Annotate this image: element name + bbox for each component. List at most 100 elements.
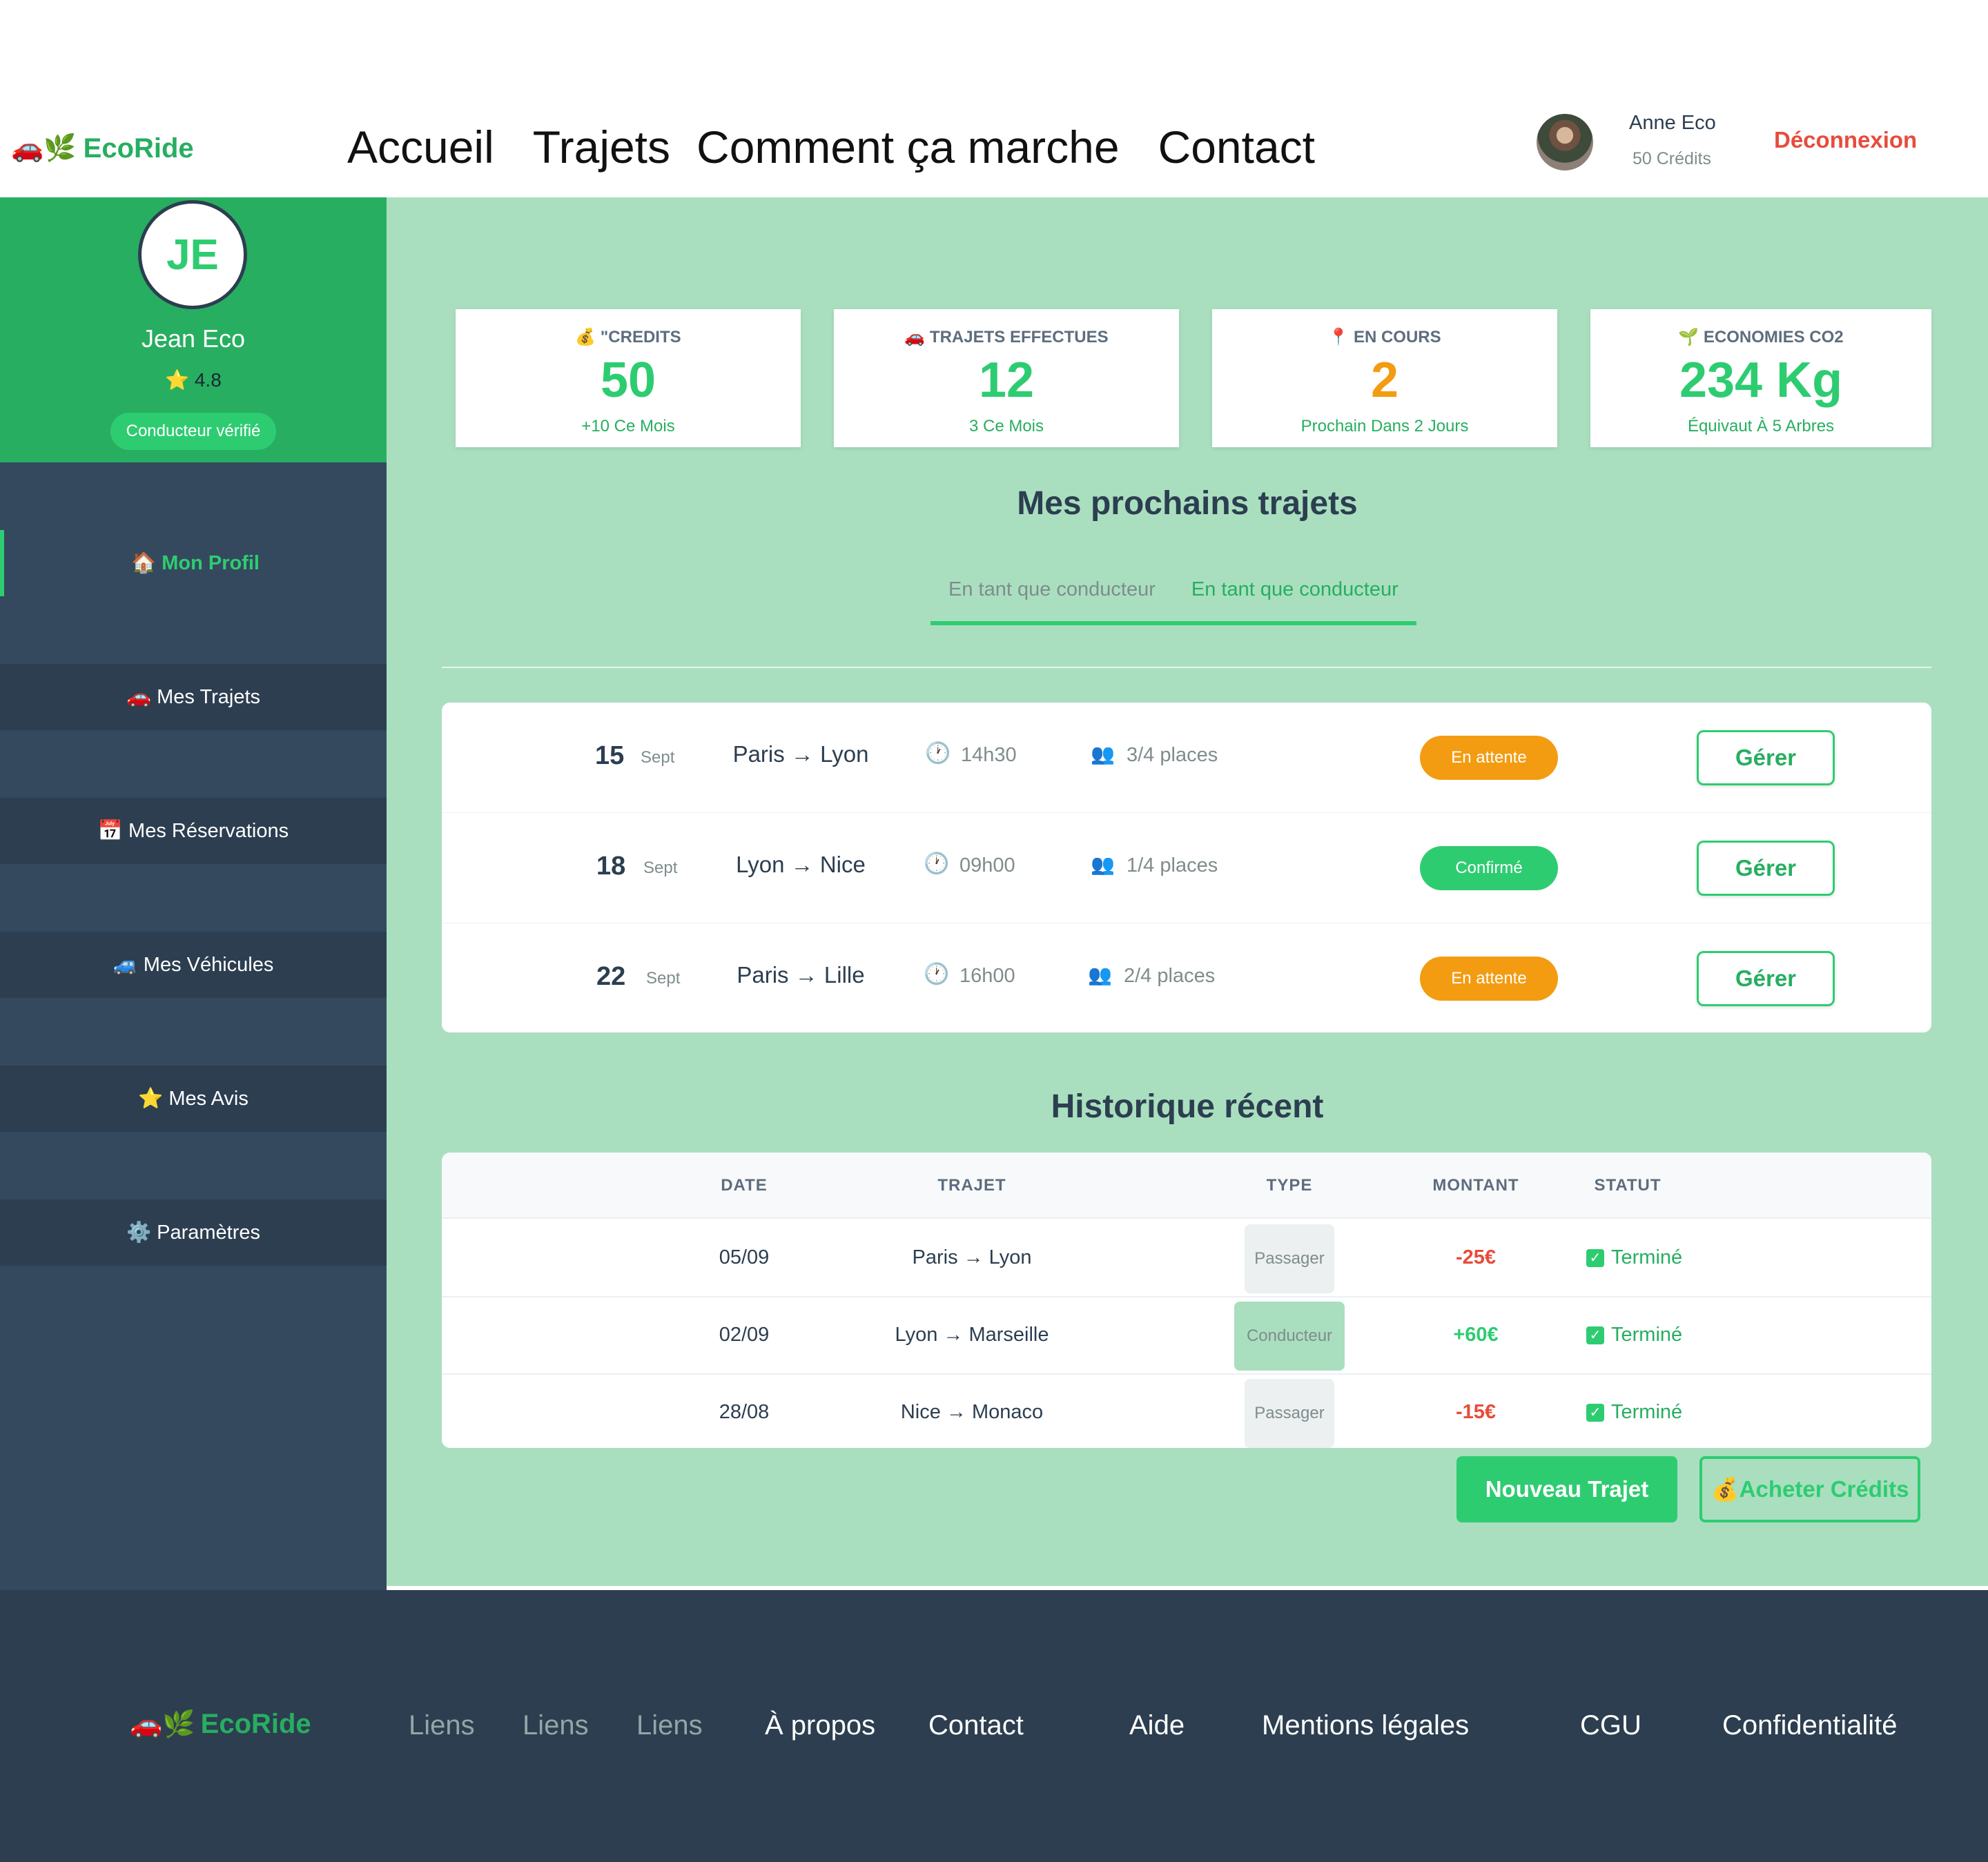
table-row: 28/08 Nice → Monaco Passager -15€ ✓ Termi… bbox=[442, 1375, 1931, 1448]
trip-route: Lyon → Nice bbox=[736, 852, 866, 877]
home-icon: 🏠 bbox=[131, 552, 157, 574]
suv-icon: 🚙 bbox=[113, 954, 138, 976]
col-trajet: TRAJET bbox=[937, 1176, 1006, 1195]
footer-link-contact[interactable]: Contact bbox=[928, 1710, 1024, 1741]
stat-label: 🚗 TRAJETS EFFECTUES bbox=[904, 328, 1109, 346]
stat-sub: 3 Ce Mois bbox=[968, 417, 1044, 435]
trip-day: 22 bbox=[596, 962, 626, 991]
stat-label: 📍 EN COURS bbox=[1328, 328, 1441, 346]
footer-link-cgu[interactable]: CGU bbox=[1580, 1710, 1641, 1741]
table-row: 02/09 Lyon → Marseille Conducteur +60€ ✓… bbox=[442, 1297, 1931, 1375]
trip-month: Sept bbox=[646, 969, 681, 988]
clock-icon: 🕐 bbox=[924, 852, 950, 875]
cell-amount: -15€ bbox=[1455, 1401, 1497, 1423]
clock-icon: 🕐 bbox=[924, 963, 950, 986]
stat-card-in-progress: 📍 EN COURS 2 Prochain Dans 2 Jours bbox=[1212, 309, 1557, 447]
logo[interactable]: 🚗🌿 EcoRide bbox=[11, 124, 194, 173]
stat-sub: Prochain Dans 2 Jours bbox=[1300, 417, 1469, 435]
sidebar-item-label: Mon Profil bbox=[162, 551, 260, 574]
stat-value: 234 Kg bbox=[1679, 353, 1843, 408]
sidebar-item-label: Mes Véhicules bbox=[143, 953, 274, 976]
history-table: DATE TRAJET TYPE MONTANT STATUT 05/09 Pa… bbox=[442, 1153, 1931, 1448]
car-leaf-icon: 🚗🌿 bbox=[130, 1709, 195, 1739]
cell-date: 05/09 bbox=[719, 1246, 770, 1268]
check-icon: ✓ bbox=[1586, 1404, 1604, 1422]
trip-time: 16h00 bbox=[959, 965, 1015, 987]
nav-link-contact[interactable]: Contact bbox=[1158, 121, 1315, 173]
stat-value: 12 bbox=[978, 353, 1035, 408]
pin-icon: 📍 bbox=[1328, 328, 1349, 346]
car-leaf-icon: 🚗🌿 bbox=[11, 134, 77, 163]
stat-label: 🌱 ECONOMIES CO2 bbox=[1678, 328, 1844, 346]
logout-button[interactable]: Déconnexion bbox=[1774, 127, 1917, 153]
cell-route: Nice → Monaco bbox=[900, 1401, 1044, 1423]
star-icon: ⭐ bbox=[165, 369, 190, 391]
nav-link-comment[interactable]: Comment ça marche bbox=[696, 121, 1120, 173]
footer-link-privacy[interactable]: Confidentialité bbox=[1722, 1710, 1898, 1741]
cell-date: 28/08 bbox=[719, 1401, 770, 1423]
trip-time: 14h30 bbox=[961, 744, 1017, 766]
trip-row: 22 Sept Paris → Lille 🕐 16h00 👥 2/4 plac… bbox=[442, 923, 1931, 1034]
manage-button[interactable]: Gérer bbox=[1697, 841, 1835, 896]
sidebar-item-parametres[interactable]: ⚙️ Paramètres bbox=[0, 1199, 387, 1266]
trip-day: 18 bbox=[596, 852, 626, 881]
sidebar-item-avis[interactable]: ⭐ Mes Avis bbox=[0, 1066, 387, 1132]
upcoming-trips-list: 15 Sept Paris → Lyon 🕐 14h30 👥 3/4 place… bbox=[442, 703, 1931, 1032]
nav-link-accueil[interactable]: Accueil bbox=[347, 121, 494, 173]
new-trip-button[interactable]: Nouveau Trajet bbox=[1456, 1456, 1677, 1522]
tab-conducteur[interactable]: En tant que conducteur bbox=[930, 570, 1173, 625]
trip-day: 15 bbox=[595, 741, 625, 770]
logo-text: EcoRide bbox=[200, 1709, 311, 1739]
status-badge: Confirmé bbox=[1420, 846, 1558, 890]
sidebar-item-label: Mes Trajets bbox=[157, 685, 261, 708]
footer-link-mentions[interactable]: Mentions légales bbox=[1262, 1710, 1469, 1741]
money-bag-icon: 💰 bbox=[575, 328, 596, 346]
trip-time: 09h00 bbox=[959, 854, 1015, 876]
manage-button[interactable]: Gérer bbox=[1697, 951, 1835, 1006]
footer-link-about[interactable]: À propos bbox=[765, 1710, 875, 1741]
rating: ⭐ 4.8 bbox=[0, 369, 387, 391]
top-navbar: 🚗🌿 EcoRide Accueil Trajets Comment ça ma… bbox=[0, 97, 1988, 197]
buy-credits-button[interactable]: 💰 Acheter Crédits bbox=[1699, 1456, 1920, 1522]
sidebar: JE Jean Eco ⭐ 4.8 Conducteur vérifié 🏠 M… bbox=[0, 197, 387, 1590]
sidebar-item-label: Mes Avis bbox=[168, 1087, 248, 1110]
gear-icon: ⚙️ bbox=[126, 1222, 152, 1244]
clock-icon: 🕐 bbox=[925, 742, 951, 765]
user-avatar[interactable] bbox=[1537, 114, 1593, 170]
stat-card-trips: 🚗 TRAJETS EFFECTUES 12 3 Ce Mois bbox=[834, 309, 1179, 447]
status-badge: En attente bbox=[1420, 957, 1558, 1001]
sidebar-item-profil[interactable]: 🏠 Mon Profil bbox=[0, 530, 387, 596]
nav-link-trajets[interactable]: Trajets bbox=[533, 121, 670, 173]
col-date: DATE bbox=[721, 1176, 768, 1195]
sidebar-item-vehicules[interactable]: 🚙 Mes Véhicules bbox=[0, 932, 387, 998]
sidebar-item-trajets[interactable]: 🚗 Mes Trajets bbox=[0, 664, 387, 730]
cell-amount: -25€ bbox=[1455, 1246, 1497, 1268]
sidebar-item-label: Mes Réservations bbox=[128, 819, 289, 842]
footer-link-aide[interactable]: Aide bbox=[1129, 1710, 1185, 1741]
footer-link[interactable]: Liens bbox=[523, 1710, 589, 1741]
stat-label: 💰 "CREDITS bbox=[575, 328, 681, 346]
stat-sub: Équivaut À 5 Arbres bbox=[1687, 417, 1835, 435]
footer-logo[interactable]: 🚗🌿 EcoRide bbox=[130, 1709, 311, 1740]
trip-places: 1/4 places bbox=[1127, 854, 1218, 876]
main-content: 💰 "CREDITS 50 +10 Ce Mois 🚗 TRAJETS EFFE… bbox=[387, 197, 1988, 1586]
footer-link[interactable]: Liens bbox=[636, 1710, 703, 1741]
check-icon: ✓ bbox=[1586, 1249, 1604, 1267]
type-badge: Passager bbox=[1245, 1379, 1334, 1448]
sidebar-item-reservations[interactable]: 📅 Mes Réservations bbox=[0, 798, 387, 864]
verified-badge: Conducteur vérifié bbox=[110, 413, 276, 450]
tab-conducteur-active[interactable]: En tant que conducteur bbox=[1173, 570, 1416, 625]
stat-sub: +10 Ce Mois bbox=[581, 417, 675, 435]
col-montant: MONTANT bbox=[1432, 1176, 1519, 1195]
footer: 🚗🌿 EcoRide Liens Liens Liens À propos Co… bbox=[0, 1590, 1988, 1862]
cell-status: ✓ Terminé bbox=[1586, 1324, 1682, 1346]
manage-button[interactable]: Gérer bbox=[1697, 730, 1835, 785]
star-icon: ⭐ bbox=[138, 1088, 164, 1110]
trip-row: 15 Sept Paris → Lyon 🕐 14h30 👥 3/4 place… bbox=[442, 703, 1931, 813]
cell-date: 02/09 bbox=[719, 1324, 770, 1346]
footer-link[interactable]: Liens bbox=[409, 1710, 475, 1741]
cell-amount: +60€ bbox=[1453, 1324, 1499, 1346]
stat-value: 50 bbox=[600, 353, 656, 408]
trip-month: Sept bbox=[643, 859, 678, 877]
cell-status: ✓ Terminé bbox=[1586, 1246, 1682, 1269]
